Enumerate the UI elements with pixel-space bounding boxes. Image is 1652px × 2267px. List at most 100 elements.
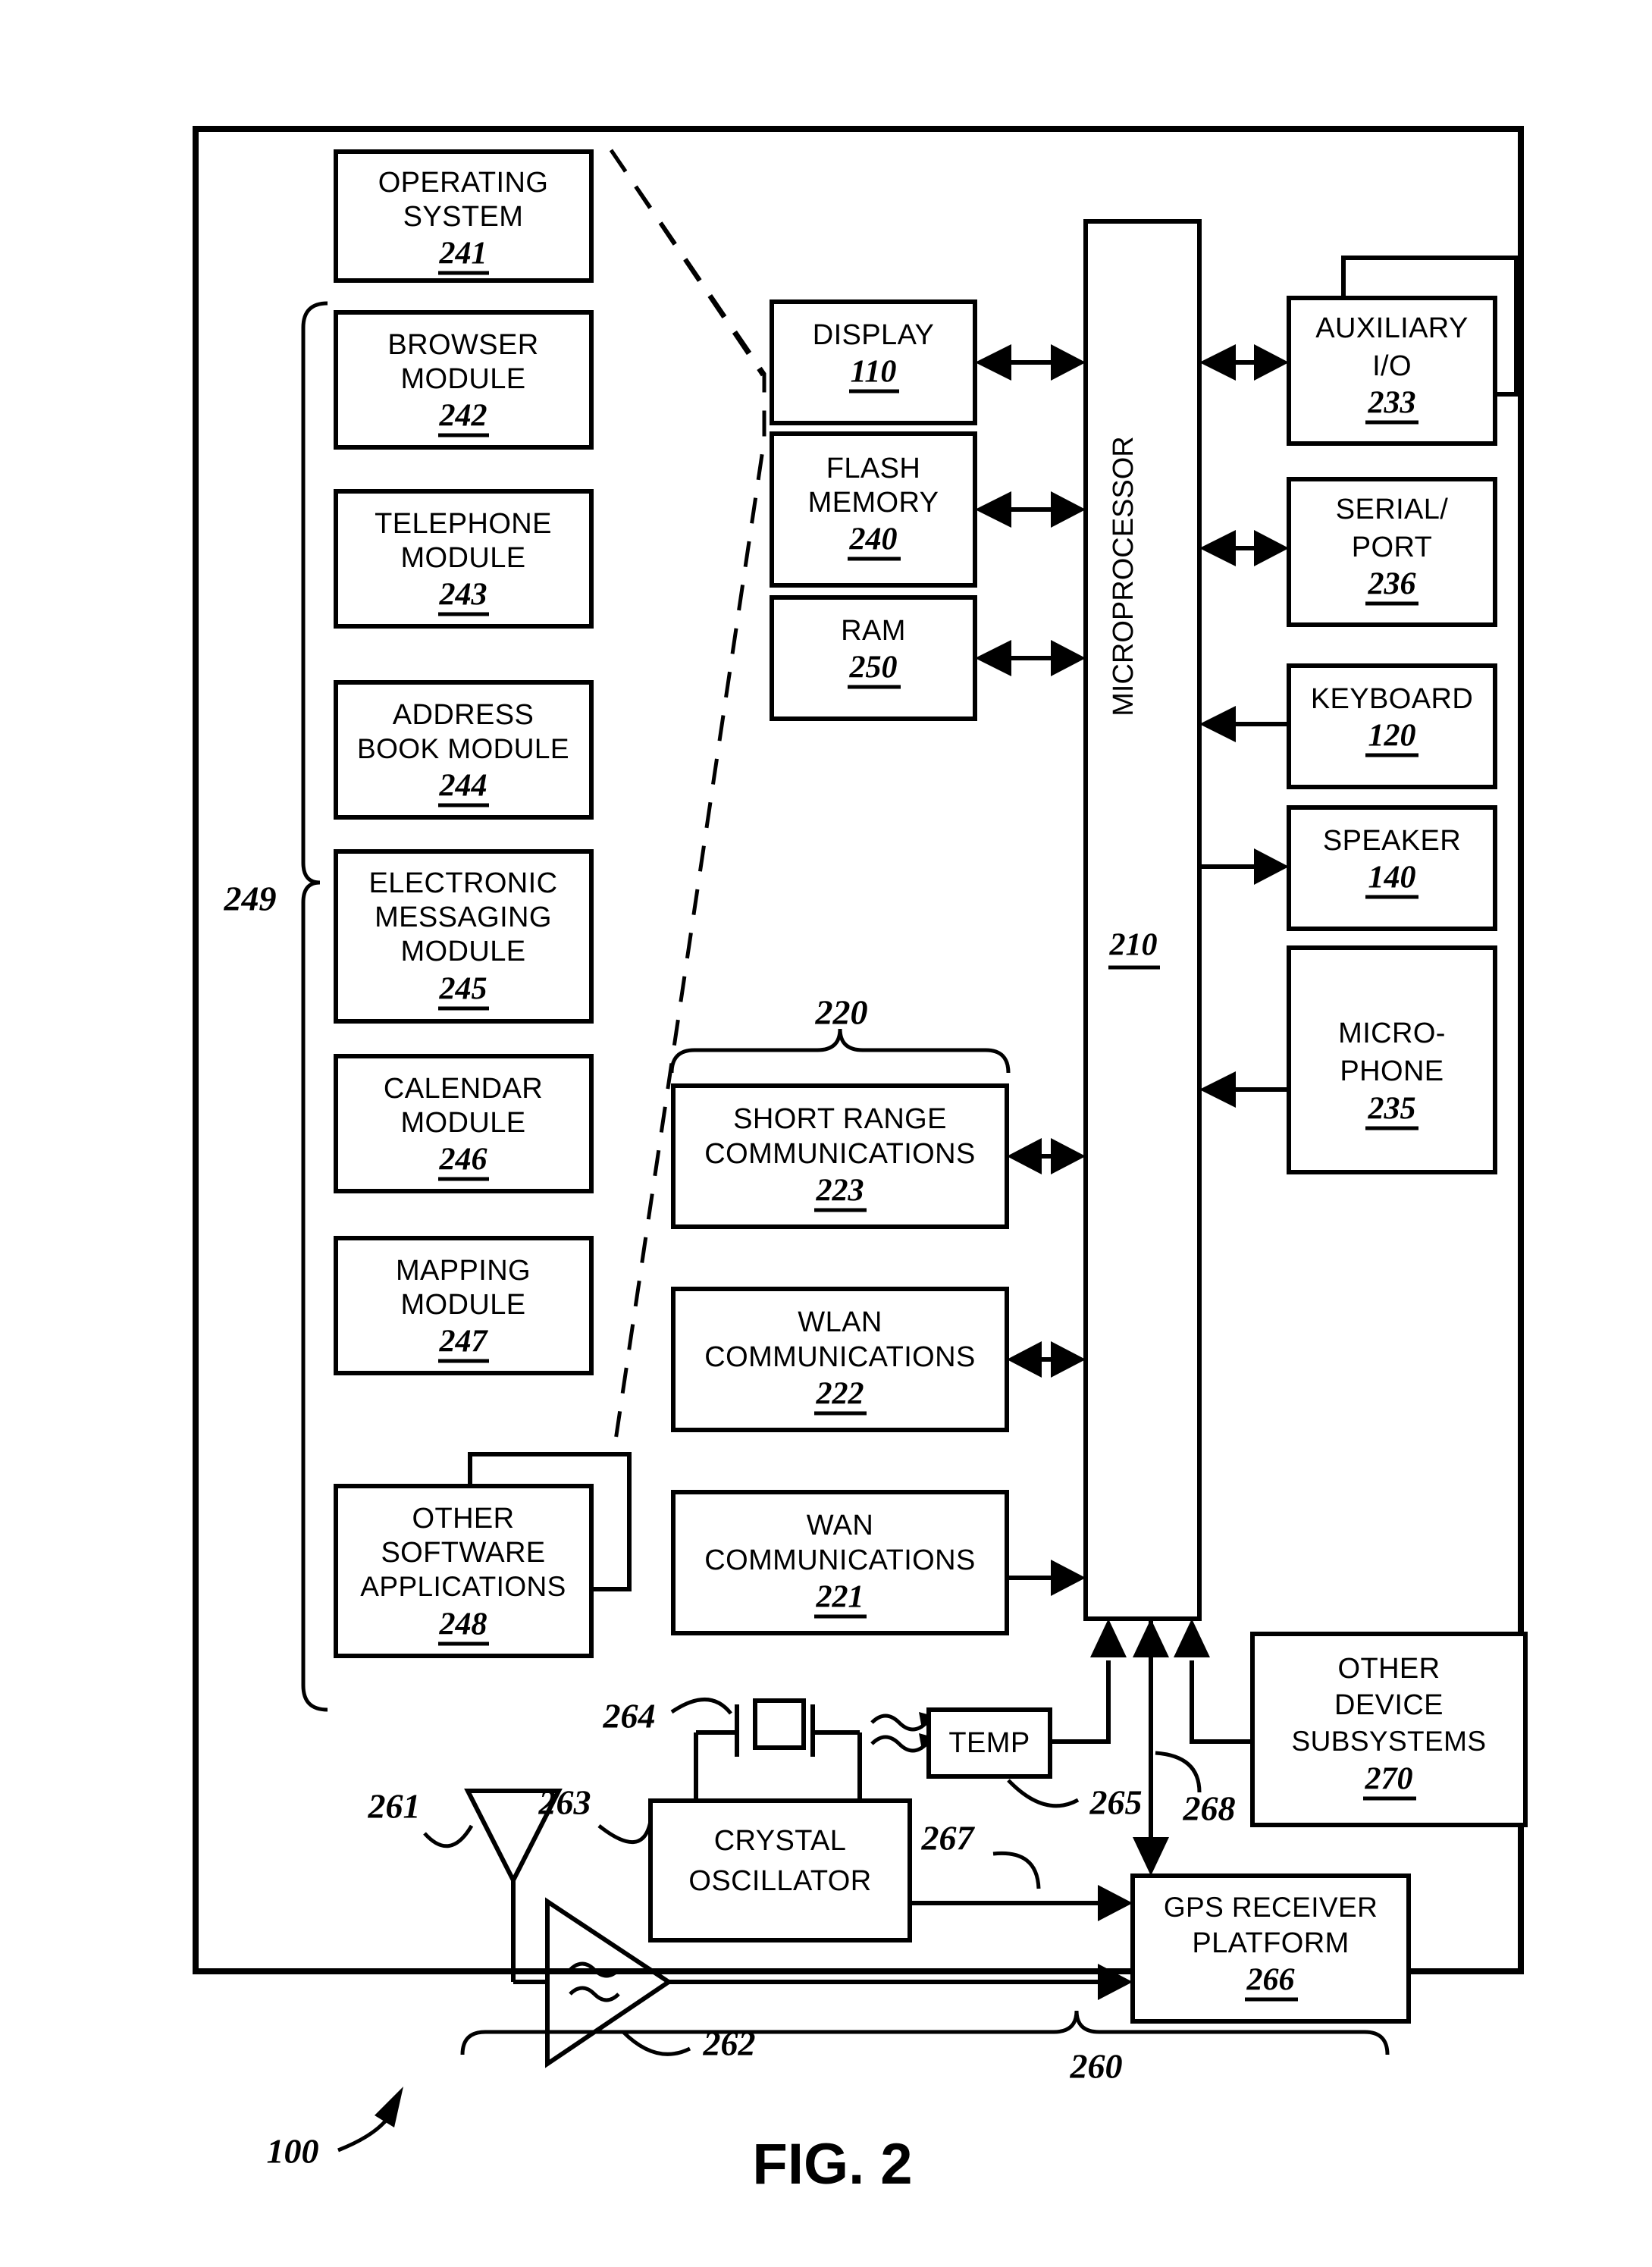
temp-leader [1007,1779,1080,1808]
oscillator-leader [597,1820,653,1845]
trunk-ref: 268 [1183,1789,1236,1828]
antenna-leader [423,1824,474,1848]
arrow-keyboard-left [1199,706,1236,742]
box-telephone-module-line-0: TELEPHONE [375,508,552,540]
box-short-range-communications-line-1: COMMUNICATIONS [704,1138,975,1170]
box-wlan-communications-line-1: COMMUNICATIONS [704,1341,975,1373]
box-wan-communications-ref: 221 [816,1580,864,1615]
box-other-software-applications-line-1: SOFTWARE [381,1537,545,1569]
device-ref: 100 [267,2132,319,2171]
box-address-book-module-ref: 244 [439,769,487,804]
box-telephone-module-ref: 243 [439,578,487,613]
crystal-leader [670,1698,732,1715]
arrow-speaker-right [1254,848,1289,885]
thermal-wave-1 [870,1714,928,1732]
software-group-ref: 249 [224,880,277,918]
box-serial-port-ref: 236 [1368,567,1416,602]
arrow-wan-right [1051,1560,1086,1596]
arrow-ram-left [975,640,1011,676]
communications-group-brace [669,1028,1011,1074]
arrow-display-right [1051,344,1086,381]
box-display-ref: 110 [851,355,897,390]
box-microprocessor-label: MICROPROCESSOR [1108,436,1139,716]
arrow-temp-processor [1090,1619,1127,1657]
temp-to-processor [1050,1660,1111,1744]
box-display-label: DISPLAY [813,319,935,351]
antenna-ref: 261 [368,1787,421,1826]
box-wlan-communications-ref: 222 [816,1377,864,1412]
box-microphone-line-1: PHONE [1340,1055,1444,1087]
box-gps-receiver-line-1: PLATFORM [1192,1927,1349,1959]
box-calendar-module-line-0: CALENDAR [384,1073,543,1105]
box-other-software-applications-line-2: APPLICATIONS [360,1571,566,1602]
gps-group-ref: 260 [1070,2047,1123,2086]
subsystems-to-processor [1190,1660,1252,1744]
box-microphone-line-0: MICRO- [1338,1017,1446,1049]
box-calendar-module-ref: 246 [439,1143,487,1177]
box-speaker-ref: 140 [1368,861,1416,895]
amplifier-ref: 262 [703,2024,756,2063]
arrow-microphone-left [1199,1071,1236,1108]
arrow-wlan-left [1007,1341,1042,1378]
box-serial-port-line-0: SERIAL/ [1336,494,1449,525]
box-temp-sensor-label: TEMP [948,1727,1030,1759]
patent-figure-page: 249 OPERATING SYSTEM 241 BROWSER MODULE … [0,0,1652,2267]
software-group-brace [301,301,328,1712]
box-operating-system-ref: 241 [439,237,487,271]
box-browser-module-line-1: MODULE [401,363,526,395]
box-speaker-label: SPEAKER [1323,825,1461,857]
clock-line-ref: 267 [921,1819,976,1858]
trunk-leader [1155,1751,1202,1793]
box-operating-system-line-1: SYSTEM [403,201,524,233]
box-calendar-module-line-1: MODULE [401,1107,526,1139]
box-gps-receiver-line-0: GPS RECEIVER [1164,1892,1378,1923]
communications-group-ref: 220 [815,993,868,1032]
arrow-shortrange-right [1051,1138,1086,1174]
arrow-auxio-right [1254,344,1289,381]
box-ram-ref: 250 [849,651,898,685]
box-wan-communications-line-1: COMMUNICATIONS [704,1544,975,1576]
box-other-device-subsystems-line-1: DEVICE [1334,1689,1444,1721]
box-keyboard-ref: 120 [1368,719,1416,754]
box-crystal-oscillator-line-0: CRYSTAL [714,1825,847,1857]
arrow-serial-left [1199,530,1236,566]
box-gps-receiver-ref: 266 [1246,1963,1295,1998]
amplifier-leader [622,2030,691,2056]
arrow-serial-right [1254,530,1289,566]
box-browser-module-ref: 242 [439,399,487,434]
box-microprocessor-ref: 210 [1109,928,1158,963]
box-auxiliary-io-line-1: I/O [1372,350,1412,382]
box-microphone-ref: 235 [1368,1092,1416,1127]
box-flash-memory-ref: 240 [849,522,898,557]
box-flash-memory-line-0: FLASH [826,453,920,484]
box-mapping-module-ref: 247 [439,1325,489,1359]
arrow-flash-left [975,491,1011,528]
box-auxiliary-io-line-0: AUXILIARY [1315,312,1468,344]
box-short-range-communications-ref: 223 [816,1174,864,1209]
amplifier-wave-2 [569,1986,620,2002]
box-browser-module-line-0: BROWSER [387,329,538,361]
device-leader-arrow [375,2087,403,2127]
box-mapping-module-line-0: MAPPING [396,1255,531,1287]
box-flash-memory-line-1: MEMORY [808,487,939,519]
box-address-book-module-line-0: ADDRESS [393,699,534,731]
thermal-wave-2 [870,1735,928,1753]
oscillator-ref: 263 [538,1783,591,1822]
box-electronic-messaging-module-line-1: MESSAGING [375,901,552,933]
box-microprocessor [1083,219,1202,1621]
arrow-processor-up [1133,1619,1169,1657]
box-crystal-oscillator-line-1: OSCILLATOR [688,1865,871,1897]
arrow-auxio-left [1199,344,1236,381]
crystal-ref: 264 [603,1697,656,1736]
box-other-software-applications-line-0: OTHER [412,1503,515,1535]
box-telephone-module-line-1: MODULE [401,542,526,574]
box-address-book-module-line-1: BOOK MODULE [357,733,569,764]
arrow-flash-right [1051,491,1086,528]
box-mapping-module-line-1: MODULE [401,1289,526,1321]
box-short-range-communications-line-0: SHORT RANGE [733,1103,947,1135]
box-electronic-messaging-module-line-0: ELECTRONIC [369,867,558,899]
software-dashed-leader-2 [609,149,765,377]
box-operating-system-line-0: OPERATING [378,167,549,199]
box-electronic-messaging-module-line-2: MODULE [401,936,526,967]
arrow-wlan-right [1051,1341,1086,1378]
